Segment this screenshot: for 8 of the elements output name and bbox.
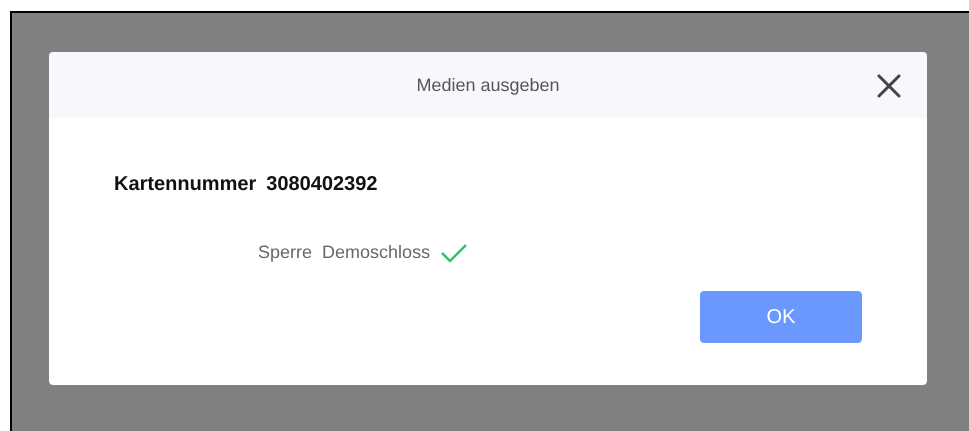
dialog-title: Medien ausgeben <box>416 74 560 97</box>
lock-label: Sperre <box>258 241 312 264</box>
ok-button[interactable]: OK <box>700 291 862 343</box>
card-label: Kartennummer <box>114 172 256 197</box>
lock-name: Demoschloss <box>322 241 430 264</box>
close-button[interactable] <box>875 72 903 100</box>
close-icon <box>877 74 901 98</box>
card-number: 3080402392 <box>266 172 378 197</box>
